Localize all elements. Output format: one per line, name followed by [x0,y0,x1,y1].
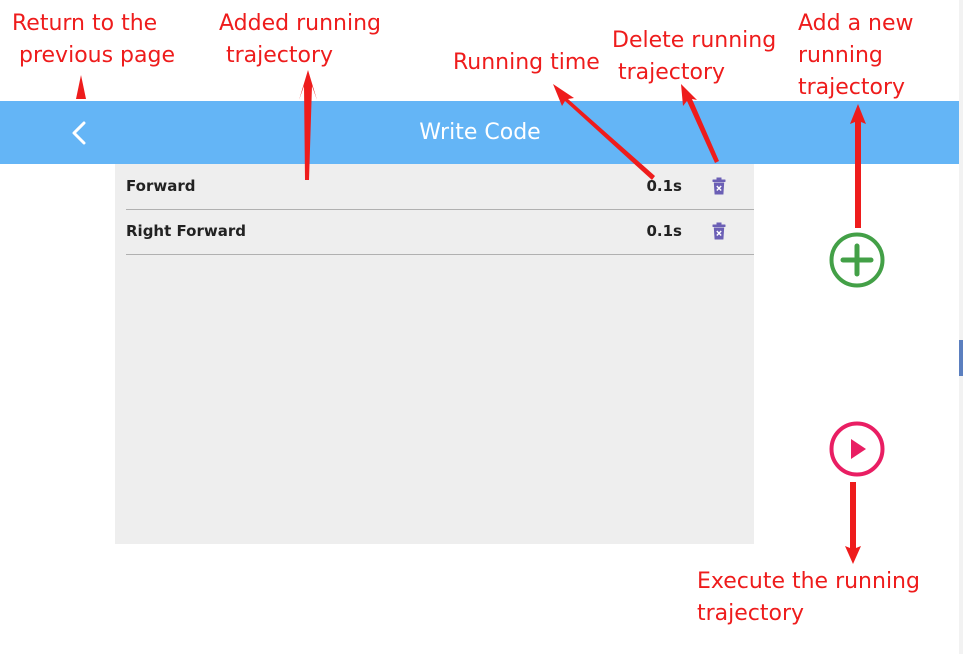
trajectory-row[interactable]: Forward 0.1s [126,164,754,210]
annotation-added: Added running trajectory [219,8,381,72]
page-title: Write Code [419,120,541,145]
execute-trajectory-button[interactable] [828,420,886,478]
add-trajectory-button[interactable] [828,231,886,289]
window-edge [959,0,963,654]
trajectory-list: Forward 0.1s Right Forward 0.1s [115,164,754,544]
trajectory-row[interactable]: Right Forward 0.1s [126,209,754,255]
delete-trajectory-button[interactable] [712,222,726,240]
annotation-line: Added running [219,11,381,36]
back-button[interactable] [62,115,98,151]
annotation-delete: Delete running trajectory [612,25,776,89]
app-bar: Write Code [0,101,959,164]
annotation-line: trajectory [798,75,906,100]
trajectory-name: Forward [126,177,196,195]
annotation-arrow [845,482,861,564]
window-edge-accent [959,340,963,376]
annotation-line: Delete running [612,28,777,53]
play-circle-icon [829,421,885,477]
trajectory-name: Right Forward [126,222,246,240]
chevron-left-icon [72,121,86,145]
trash-icon [712,177,726,195]
trash-icon [712,222,726,240]
annotation-line: previous page [19,43,175,68]
annotation-line: Add a new [798,11,914,36]
annotation-line: running [798,43,883,68]
plus-circle-icon [829,232,885,288]
annotation-execute: Execute the running trajectory [697,566,920,630]
annotation-back: Return to the previous page [12,8,175,72]
annotation-arrow [76,75,86,99]
annotation-line: Return to the [12,11,158,36]
delete-trajectory-button[interactable] [712,177,726,195]
annotation-line: Execute the running [697,569,920,594]
annotation-line: trajectory [226,43,334,68]
annotation-line: trajectory [697,601,805,626]
write-code-screen: Write Code Forward 0.1s Right Forward 0.… [0,0,963,654]
annotation-time: Running time [453,47,600,79]
trajectory-time: 0.1s [646,222,682,240]
annotation-line: trajectory [618,60,726,85]
trajectory-time: 0.1s [646,177,682,195]
annotation-line: Running time [453,50,600,75]
annotation-add-new: Add a new running trajectory [798,8,914,104]
